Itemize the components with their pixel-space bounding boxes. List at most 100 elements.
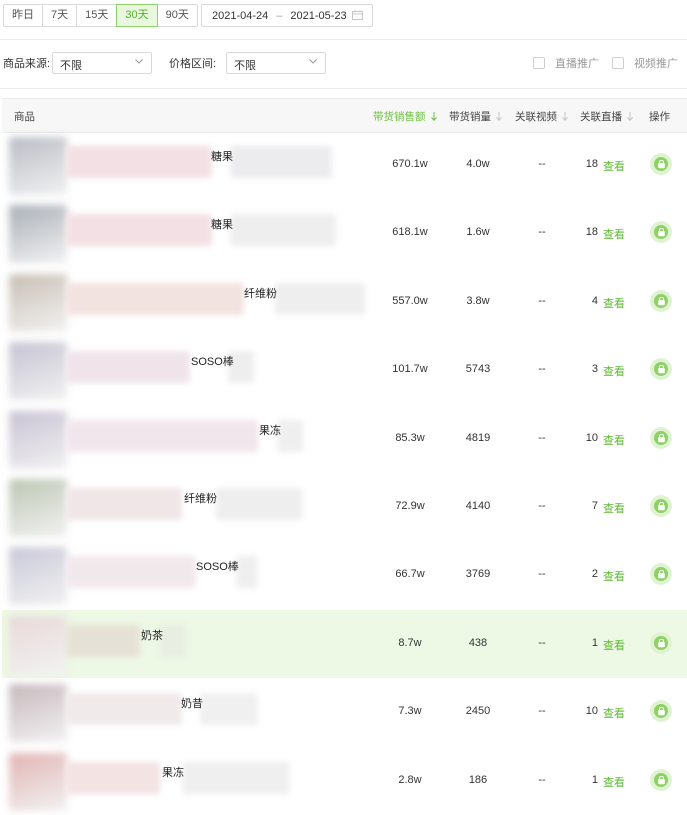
related-live-count: 2 (591, 568, 598, 580)
product-thumbnail[interactable] (9, 342, 67, 400)
sort-desc-icon (430, 112, 437, 121)
product-name-redacted (66, 556, 196, 588)
checkbox-box (533, 57, 545, 69)
view-live-link[interactable]: 查看 (603, 774, 625, 790)
table-row[interactable]: 果冻 2.8w 186 -- 1 查看 (2, 747, 687, 815)
product-keyword[interactable]: 糖果 (211, 148, 233, 164)
product-thumbnail[interactable] (9, 616, 67, 674)
header-sales-amount[interactable]: 带货销售额 (373, 109, 437, 124)
table-row[interactable]: 糖果 670.1w 4.0w -- 18 查看 (2, 131, 687, 199)
preset-90-days[interactable]: 90天 (156, 4, 198, 27)
product-keyword[interactable]: 纤维粉 (244, 285, 277, 301)
shopping-bag-button[interactable] (650, 769, 672, 791)
header-related-live[interactable]: 关联直播 (580, 109, 633, 124)
view-live-link[interactable]: 查看 (603, 158, 625, 174)
view-live-link[interactable]: 查看 (603, 705, 625, 721)
sales-amount: 66.7w (395, 568, 425, 580)
header-action: 操作 (649, 109, 670, 124)
view-live-link[interactable]: 查看 (603, 568, 625, 584)
related-videos: -- (538, 774, 546, 786)
preset-30-days[interactable]: 30天 (116, 4, 158, 27)
table-row[interactable]: SOSO棒 101.7w 5743 -- 3 查看 (2, 336, 687, 404)
view-live-link[interactable]: 查看 (603, 363, 625, 379)
shopping-bag-icon (654, 431, 668, 445)
shopping-bag-button[interactable] (650, 358, 672, 380)
price-select[interactable]: 不限 (226, 52, 326, 74)
related-live-count: 3 (591, 363, 598, 375)
sort-icon (562, 112, 568, 121)
table-row[interactable]: 奶昔 7.3w 2450 -- 10 查看 (2, 678, 687, 746)
related-live-count: 10 (585, 705, 598, 717)
shopping-bag-button[interactable] (650, 495, 672, 517)
product-keyword[interactable]: 糖果 (211, 216, 233, 232)
view-live-link[interactable]: 查看 (603, 432, 625, 448)
source-select[interactable]: 不限 (52, 52, 152, 74)
live-promo-checkbox[interactable]: 直播推广 (533, 55, 599, 71)
date-separator: – (276, 9, 283, 22)
date-range-picker[interactable]: 2021-04-24 – 2021-05-23 (201, 4, 373, 27)
product-keyword[interactable]: 果冻 (162, 764, 184, 780)
header-sales-volume[interactable]: 带货销量 (449, 109, 502, 124)
shopping-bag-button[interactable] (650, 221, 672, 243)
date-preset-group: 昨日 7天 15天 30天 90天 (3, 4, 198, 27)
shopping-bag-button[interactable] (650, 563, 672, 585)
product-keyword[interactable]: SOSO棒 (191, 353, 234, 369)
related-videos: -- (538, 500, 546, 512)
table-row[interactable]: 纤维粉 557.0w 3.8w -- 4 查看 (2, 268, 687, 336)
header-related-videos[interactable]: 关联视频 (515, 109, 568, 124)
sort-icon (496, 112, 502, 121)
preset-7-days[interactable]: 7天 (42, 4, 78, 27)
product-thumbnail[interactable] (9, 274, 67, 332)
related-videos: -- (538, 363, 546, 375)
table-row[interactable]: SOSO棒 66.7w 3769 -- 2 查看 (2, 541, 687, 609)
header-sales-volume-label: 带货销量 (449, 111, 491, 123)
header-action-label: 操作 (649, 111, 670, 123)
sales-volume: 186 (468, 774, 488, 786)
header-related-live-label: 关联直播 (580, 111, 622, 123)
view-live-link[interactable]: 查看 (603, 637, 625, 653)
product-thumbnail[interactable] (9, 411, 67, 469)
product-keyword[interactable]: 果冻 (259, 422, 281, 438)
view-live-link[interactable]: 查看 (603, 295, 625, 311)
table-row[interactable]: 奶茶 8.7w 438 -- 1 查看 (2, 610, 687, 678)
chevron-down-icon (309, 59, 317, 64)
product-name-redacted (66, 283, 244, 315)
product-keyword[interactable]: SOSO棒 (196, 558, 239, 574)
shopping-bag-icon (654, 704, 668, 718)
related-videos: -- (538, 637, 546, 649)
product-name-redacted (216, 488, 302, 520)
chevron-down-icon (135, 59, 143, 64)
product-thumbnail[interactable] (9, 205, 67, 263)
preset-yesterday[interactable]: 昨日 (3, 4, 43, 27)
sales-amount: 557.0w (392, 295, 428, 307)
product-keyword[interactable]: 奶茶 (141, 627, 163, 643)
shopping-bag-button[interactable] (650, 632, 672, 654)
video-promo-checkbox[interactable]: 视频推广 (612, 55, 678, 71)
table-row[interactable]: 糖果 618.1w 1.6w -- 18 查看 (2, 199, 687, 267)
related-live-count: 10 (585, 432, 598, 444)
view-live-link[interactable]: 查看 (603, 500, 625, 516)
product-name-redacted (160, 625, 186, 657)
product-thumbnail[interactable] (9, 479, 67, 537)
sales-volume: 4140 (465, 500, 491, 512)
shopping-bag-button[interactable] (650, 427, 672, 449)
shopping-bag-icon (654, 157, 668, 171)
related-live-count: 1 (591, 774, 598, 786)
table-row[interactable]: 果冻 85.3w 4819 -- 10 查看 (2, 405, 687, 473)
product-keyword[interactable]: 纤维粉 (184, 490, 217, 506)
product-thumbnail[interactable] (9, 547, 67, 605)
product-thumbnail[interactable] (9, 684, 67, 742)
table-row[interactable]: 纤维粉 72.9w 4140 -- 7 查看 (2, 473, 687, 541)
shopping-bag-button[interactable] (650, 153, 672, 175)
preset-15-days[interactable]: 15天 (76, 4, 118, 27)
product-name-redacted (66, 693, 182, 725)
product-thumbnail[interactable] (9, 137, 67, 195)
shopping-bag-button[interactable] (650, 290, 672, 312)
shopping-bag-button[interactable] (650, 700, 672, 722)
shopping-bag-icon (654, 362, 668, 376)
product-keyword[interactable]: 奶昔 (181, 695, 203, 711)
shopping-bag-icon (654, 294, 668, 308)
product-thumbnail[interactable] (9, 753, 67, 811)
source-select-value: 不限 (60, 60, 82, 72)
view-live-link[interactable]: 查看 (603, 226, 625, 242)
